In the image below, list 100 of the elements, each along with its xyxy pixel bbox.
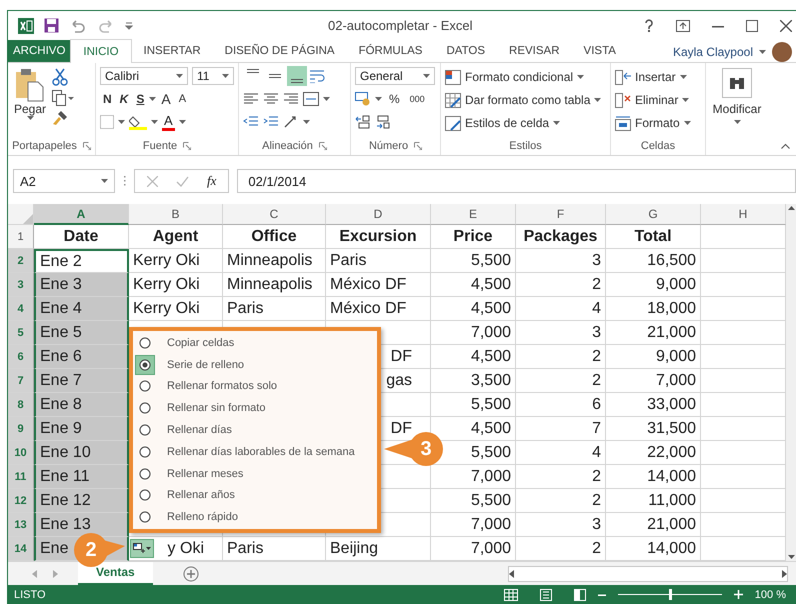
- column-header[interactable]: G: [606, 204, 701, 225]
- caret-icon[interactable]: [323, 97, 330, 101]
- page-layout-icon[interactable]: [540, 588, 552, 600]
- fill-option[interactable]: Rellenar días laborables de la semana: [133, 440, 377, 463]
- row-header[interactable]: 2: [8, 249, 34, 273]
- cells-menu-button[interactable]: Eliminar: [615, 89, 701, 111]
- align-left-icon[interactable]: [243, 92, 259, 106]
- dialog-launcher-icon[interactable]: [82, 142, 91, 150]
- font-color-button[interactable]: A: [162, 114, 175, 130]
- ribbon-tab[interactable]: ARCHIVO: [8, 40, 70, 62]
- currency-icon[interactable]: [355, 92, 371, 106]
- row-header[interactable]: 10: [8, 441, 34, 465]
- row-header[interactable]: 12: [8, 489, 34, 513]
- insert-function-button[interactable]: fx: [207, 173, 216, 189]
- formula-field[interactable]: 02/1/2014: [237, 169, 796, 193]
- row-header[interactable]: 1: [8, 225, 34, 249]
- row-header[interactable]: 8: [8, 393, 34, 417]
- scroll-right-icon[interactable]: [782, 570, 787, 578]
- row-header[interactable]: 3: [8, 273, 34, 297]
- help-icon[interactable]: [644, 18, 654, 32]
- ribbon-display-icon[interactable]: [676, 20, 690, 32]
- column-header[interactable]: A: [34, 204, 129, 225]
- styles-menu-button[interactable]: Formato condicional: [445, 66, 606, 88]
- caret-icon[interactable]: [684, 121, 691, 125]
- caret-icon[interactable]: [759, 50, 766, 54]
- horizontal-scrollbar[interactable]: [508, 566, 788, 582]
- wrap-text-icon[interactable]: [309, 69, 325, 83]
- add-sheet-icon[interactable]: [182, 566, 199, 582]
- normal-view-icon[interactable]: [504, 588, 518, 600]
- caret-icon[interactable]: [101, 179, 108, 183]
- row-header[interactable]: 6: [8, 345, 34, 369]
- collapse-ribbon-icon[interactable]: [781, 143, 790, 149]
- column-header[interactable]: D: [326, 204, 431, 225]
- scroll-up-icon[interactable]: [788, 206, 794, 210]
- fill-option[interactable]: Rellenar años: [133, 484, 377, 506]
- increase-decimal-icon[interactable]: [355, 115, 371, 129]
- scroll-left-icon[interactable]: [509, 570, 514, 578]
- thousands-button[interactable]: 000: [406, 89, 428, 109]
- zoom-thumb[interactable]: [668, 589, 672, 600]
- maximize-icon[interactable]: [746, 20, 758, 32]
- fill-option[interactable]: Rellenar meses: [133, 462, 377, 484]
- bold-button[interactable]: N: [100, 89, 115, 109]
- row-header[interactable]: 13: [8, 513, 34, 537]
- caret-icon[interactable]: [734, 120, 740, 124]
- cut-icon[interactable]: [52, 68, 68, 86]
- row-header[interactable]: 11: [8, 465, 34, 489]
- row-header[interactable]: 5: [8, 321, 34, 345]
- row-header[interactable]: 4: [8, 297, 34, 321]
- font-family-select[interactable]: Calibri: [100, 67, 188, 85]
- bottom-align-button[interactable]: [287, 66, 307, 86]
- ribbon-tab[interactable]: REVISAR: [497, 40, 572, 62]
- caret-icon[interactable]: [423, 74, 430, 78]
- styles-menu-button[interactable]: Dar formato como tabla: [445, 89, 606, 111]
- fill-color-icon[interactable]: [129, 114, 147, 130]
- caret-icon[interactable]: [303, 120, 310, 124]
- underline-button[interactable]: S: [133, 89, 148, 109]
- ribbon-tab[interactable]: INICIO: [70, 39, 132, 63]
- caret-icon[interactable]: [149, 97, 156, 101]
- caret-icon[interactable]: [26, 116, 34, 120]
- column-header[interactable]: H: [701, 204, 786, 225]
- caret-icon[interactable]: [178, 120, 186, 124]
- ribbon-tab[interactable]: INSERTAR: [132, 40, 213, 62]
- name-box[interactable]: A2: [13, 169, 115, 193]
- format-painter-icon[interactable]: [52, 110, 68, 126]
- avatar[interactable]: [772, 42, 792, 62]
- dialog-launcher-icon[interactable]: [318, 142, 327, 150]
- paste-button[interactable]: Pegar: [12, 66, 48, 137]
- align-right-icon[interactable]: [283, 92, 299, 106]
- close-icon[interactable]: [780, 20, 792, 32]
- page-break-icon[interactable]: [574, 588, 586, 600]
- copy-icon[interactable]: [52, 90, 74, 106]
- row-header[interactable]: 7: [8, 369, 34, 393]
- save-icon[interactable]: [44, 18, 59, 33]
- font-size-select[interactable]: 11: [192, 67, 234, 85]
- row-header[interactable]: 14: [8, 537, 34, 561]
- sheet-tab[interactable]: Ventas: [78, 562, 153, 584]
- vertical-scrollbar[interactable]: [786, 204, 796, 561]
- column-header[interactable]: E: [431, 204, 516, 225]
- caret-icon[interactable]: [680, 75, 687, 79]
- caret-icon[interactable]: [375, 97, 382, 101]
- column-header[interactable]: F: [516, 204, 606, 225]
- caret-icon[interactable]: [118, 120, 125, 124]
- styles-menu-button[interactable]: Estilos de celda: [445, 112, 606, 134]
- auto-fill-options-button[interactable]: [130, 539, 154, 558]
- merge-cells-icon[interactable]: [303, 92, 319, 106]
- check-icon[interactable]: [176, 176, 189, 186]
- decrease-decimal-icon[interactable]: [375, 115, 391, 129]
- zoom-in-icon[interactable]: [734, 590, 743, 599]
- cells-menu-button[interactable]: Insertar: [615, 66, 701, 88]
- caret-icon[interactable]: [176, 74, 183, 78]
- number-format-select[interactable]: General: [355, 67, 435, 85]
- grow-button[interactable]: A: [158, 89, 174, 109]
- caret-icon[interactable]: [553, 121, 560, 125]
- shrink-button[interactable]: A: [176, 89, 190, 109]
- caret-icon[interactable]: [222, 74, 229, 78]
- user-name[interactable]: Kayla Claypool: [672, 45, 753, 59]
- ribbon-tab[interactable]: VISTA: [572, 40, 628, 62]
- percent-button[interactable]: %: [386, 89, 403, 109]
- column-header[interactable]: B: [129, 204, 223, 225]
- caret-icon[interactable]: [594, 98, 602, 102]
